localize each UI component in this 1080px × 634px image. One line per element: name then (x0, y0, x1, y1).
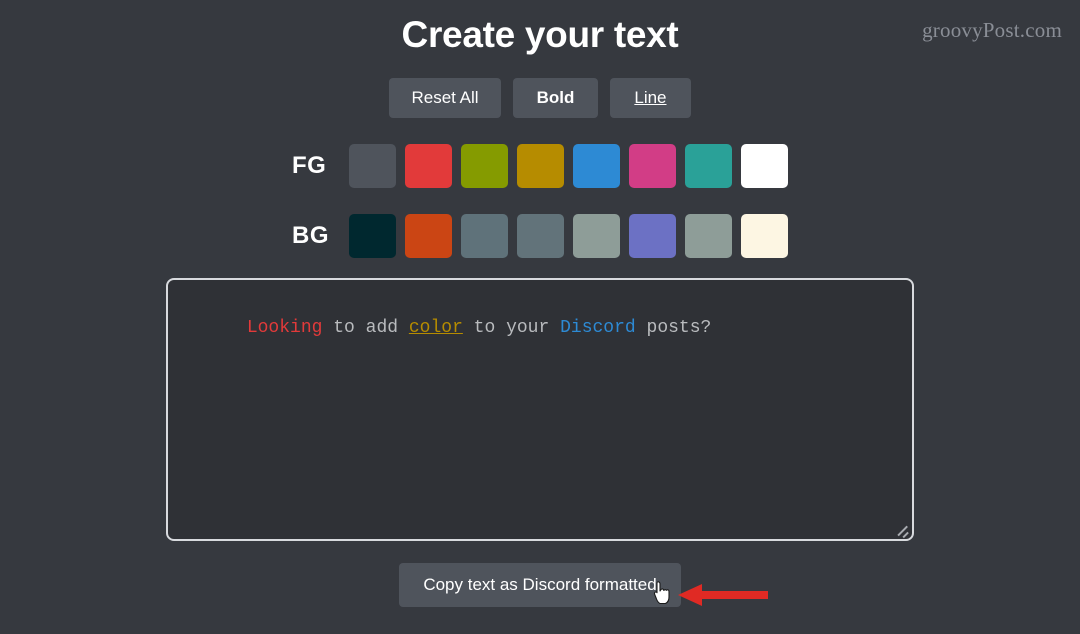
foreground-color-row: FG (0, 144, 1080, 188)
background-color-row: BG (0, 214, 1080, 258)
bg-swatch-sage[interactable] (573, 214, 620, 258)
editor-text-segment: Discord (560, 318, 636, 339)
fg-swatch-white[interactable] (741, 144, 788, 188)
copy-row: Copy text as Discord formatted (0, 563, 1080, 607)
fg-swatch-teal[interactable] (685, 144, 732, 188)
reset-all-button[interactable]: Reset All (389, 78, 501, 118)
background-swatch-group (349, 214, 788, 258)
copy-as-discord-formatted-button[interactable]: Copy text as Discord formatted (399, 563, 681, 607)
app-page: groovyPost.com Create your text Reset Al… (0, 0, 1080, 634)
format-toolbar: Reset All Bold Line (0, 78, 1080, 118)
bg-swatch-orange[interactable] (405, 214, 452, 258)
text-editor[interactable]: Looking to add color to your Discord pos… (166, 278, 914, 541)
fg-swatch-red[interactable] (405, 144, 452, 188)
fg-swatch-pink[interactable] (629, 144, 676, 188)
fg-swatch-blue[interactable] (573, 144, 620, 188)
fg-swatch-gold[interactable] (517, 144, 564, 188)
fg-swatch-olive[interactable] (461, 144, 508, 188)
bg-swatch-cream[interactable] (741, 214, 788, 258)
editor-text-segment: Looking (246, 318, 323, 339)
bg-swatch-slate[interactable] (461, 214, 508, 258)
bg-swatch-purple[interactable] (629, 214, 676, 258)
bg-swatch-dark-teal[interactable] (349, 214, 396, 258)
line-button[interactable]: Line (610, 78, 691, 118)
page-title: Create your text (401, 14, 679, 55)
fg-swatch-gray[interactable] (349, 144, 396, 188)
editor-text-segment: color (408, 318, 463, 339)
editor-text-segment: to add (322, 318, 409, 339)
watermark: groovyPost.com (922, 18, 1062, 42)
bold-button[interactable]: Bold (512, 78, 599, 118)
resize-handle-icon[interactable] (895, 522, 909, 536)
foreground-label: FG (292, 152, 327, 179)
background-label: BG (292, 222, 329, 249)
editor-text-segment: to your (462, 318, 561, 339)
editor-text-segment: posts? (635, 318, 712, 339)
foreground-swatch-group (349, 144, 788, 188)
editor-container: Looking to add color to your Discord pos… (0, 278, 1080, 541)
bg-swatch-sage-2[interactable] (685, 214, 732, 258)
bg-swatch-slate-2[interactable] (517, 214, 564, 258)
